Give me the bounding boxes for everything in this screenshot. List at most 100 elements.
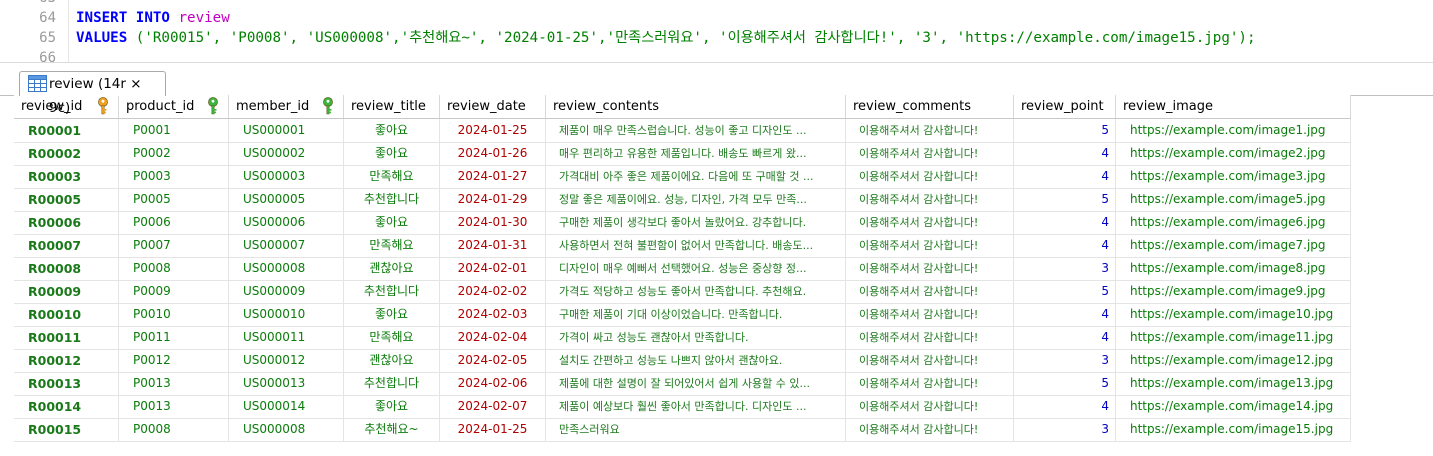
cell-review-image[interactable]: https://example.com/image3.jpg	[1116, 165, 1351, 188]
cell-review-comments[interactable]: 이용해주셔서 감사합니다!	[846, 395, 1014, 418]
cell-product-id[interactable]: P0011	[119, 326, 229, 349]
table-row[interactable]: R00001 P0001 US000001 좋아요 2024-01-25 제품이 매우 만…	[14, 119, 1351, 143]
cell-review-point[interactable]: 4	[1014, 165, 1116, 188]
cell-review-point[interactable]: 5	[1014, 372, 1116, 395]
cell-product-id[interactable]: P0013	[119, 395, 229, 418]
cell-review-contents[interactable]: 구매한 제품이 기대 이상이었습니다. 만족합니다.	[546, 303, 846, 326]
cell-member-id[interactable]: US000009	[229, 280, 344, 303]
cell-review-id[interactable]: R00007	[14, 234, 119, 257]
code-line-65[interactable]: VALUES ('R00015', 'P0008', 'US000008','추…	[76, 28, 1256, 48]
table-row[interactable]: R00010 P0010 US000010 좋아요 2024-02-03 구매한 제품이 …	[14, 303, 1351, 327]
cell-review-title[interactable]: 좋아요	[344, 211, 440, 234]
cell-review-date[interactable]: 2024-01-31	[440, 234, 546, 257]
cell-review-id[interactable]: R00001	[14, 119, 119, 142]
cell-review-point[interactable]: 4	[1014, 303, 1116, 326]
cell-product-id[interactable]: P0010	[119, 303, 229, 326]
cell-review-image[interactable]: https://example.com/image6.jpg	[1116, 211, 1351, 234]
cell-product-id[interactable]: P0009	[119, 280, 229, 303]
cell-review-comments[interactable]: 이용해주셔서 감사합니다!	[846, 142, 1014, 165]
cell-review-id[interactable]: R00005	[14, 188, 119, 211]
cell-member-id[interactable]: US000011	[229, 326, 344, 349]
table-row[interactable]: R00002 P0002 US000002 좋아요 2024-01-26 매우 편리하고 …	[14, 142, 1351, 166]
cell-review-contents[interactable]: 설치도 간편하고 성능도 나쁘지 않아서 괜찮아요.	[546, 349, 846, 372]
cell-review-point[interactable]: 3	[1014, 418, 1116, 441]
cell-review-id[interactable]: R00003	[14, 165, 119, 188]
cell-review-comments[interactable]: 이용해주셔서 감사합니다!	[846, 119, 1014, 142]
cell-review-title[interactable]: 만족해요	[344, 234, 440, 257]
cell-review-contents[interactable]: 매우 편리하고 유용한 제품입니다. 배송도 빠르게 왔...	[546, 142, 846, 165]
column-header-review-image[interactable]: review_image	[1116, 95, 1351, 118]
cell-member-id[interactable]: US000007	[229, 234, 344, 257]
table-row[interactable]: R00007 P0007 US000007 만족해요 2024-01-31 사용하면서 전…	[14, 234, 1351, 258]
cell-review-id[interactable]: R00010	[14, 303, 119, 326]
cell-review-title[interactable]: 추천합니다	[344, 280, 440, 303]
cell-review-image[interactable]: https://example.com/image9.jpg	[1116, 280, 1351, 303]
code-line-64[interactable]: INSERT INTO review	[76, 8, 230, 28]
column-header-review-point[interactable]: review_point	[1014, 95, 1116, 118]
cell-review-id[interactable]: R00006	[14, 211, 119, 234]
table-row[interactable]: R00015 P0008 US000008 추천해요~ 2024-01-25 만족스러워요…	[14, 418, 1351, 442]
cell-member-id[interactable]: US000002	[229, 142, 344, 165]
sql-editor[interactable]: 63 64 65 66 INSERT INTO review VALUES ('…	[0, 0, 1433, 62]
table-row[interactable]: R00011 P0011 US000011 만족해요 2024-02-04 가격이 싸고 …	[14, 326, 1351, 350]
cell-member-id[interactable]: US000012	[229, 349, 344, 372]
cell-review-date[interactable]: 2024-02-02	[440, 280, 546, 303]
cell-review-date[interactable]: 2024-02-03	[440, 303, 546, 326]
cell-product-id[interactable]: P0005	[119, 188, 229, 211]
cell-product-id[interactable]: P0003	[119, 165, 229, 188]
cell-review-image[interactable]: https://example.com/image13.jpg	[1116, 372, 1351, 395]
cell-review-image[interactable]: https://example.com/image11.jpg	[1116, 326, 1351, 349]
cell-review-comments[interactable]: 이용해주셔서 감사합니다!	[846, 349, 1014, 372]
cell-review-contents[interactable]: 디자인이 매우 예뻐서 선택했어요. 성능은 중상향 정...	[546, 257, 846, 280]
cell-review-date[interactable]: 2024-01-26	[440, 142, 546, 165]
cell-member-id[interactable]: US000001	[229, 119, 344, 142]
cell-review-comments[interactable]: 이용해주셔서 감사합니다!	[846, 188, 1014, 211]
cell-review-id[interactable]: R00002	[14, 142, 119, 165]
cell-review-id[interactable]: R00013	[14, 372, 119, 395]
cell-review-date[interactable]: 2024-01-29	[440, 188, 546, 211]
cell-review-image[interactable]: https://example.com/image1.jpg	[1116, 119, 1351, 142]
cell-member-id[interactable]: US000010	[229, 303, 344, 326]
cell-review-id[interactable]: R00012	[14, 349, 119, 372]
cell-review-point[interactable]: 5	[1014, 280, 1116, 303]
cell-review-point[interactable]: 4	[1014, 326, 1116, 349]
cell-review-point[interactable]: 3	[1014, 349, 1116, 372]
cell-review-point[interactable]: 5	[1014, 188, 1116, 211]
cell-review-contents[interactable]: 가격이 싸고 성능도 괜찮아서 만족합니다.	[546, 326, 846, 349]
cell-review-date[interactable]: 2024-02-04	[440, 326, 546, 349]
cell-review-comments[interactable]: 이용해주셔서 감사합니다!	[846, 165, 1014, 188]
cell-review-date[interactable]: 2024-01-30	[440, 211, 546, 234]
table-row[interactable]: R00009 P0009 US000009 추천합니다 2024-02-02 가격도 적당…	[14, 280, 1351, 304]
cell-review-comments[interactable]: 이용해주셔서 감사합니다!	[846, 257, 1014, 280]
cell-review-title[interactable]: 괜찮아요	[344, 349, 440, 372]
cell-review-contents[interactable]: 제품이 예상보다 훨씬 좋아서 만족합니다. 디자인도 ...	[546, 395, 846, 418]
cell-review-date[interactable]: 2024-02-01	[440, 257, 546, 280]
cell-review-point[interactable]: 4	[1014, 234, 1116, 257]
cell-review-date[interactable]: 2024-01-27	[440, 165, 546, 188]
cell-member-id[interactable]: US000014	[229, 395, 344, 418]
cell-review-point[interactable]: 4	[1014, 395, 1116, 418]
table-row[interactable]: R00003 P0003 US000003 만족해요 2024-01-27 가격대비 아주…	[14, 165, 1351, 189]
cell-review-id[interactable]: R00015	[14, 418, 119, 441]
table-row[interactable]: R00013 P0013 US000013 추천합니다 2024-02-06 제품에 대한…	[14, 372, 1351, 396]
cell-review-id[interactable]: R00011	[14, 326, 119, 349]
cell-member-id[interactable]: US000008	[229, 418, 344, 441]
cell-review-title[interactable]: 추천합니다	[344, 372, 440, 395]
cell-review-comments[interactable]: 이용해주셔서 감사합니다!	[846, 280, 1014, 303]
cell-review-comments[interactable]: 이용해주셔서 감사합니다!	[846, 418, 1014, 441]
cell-review-comments[interactable]: 이용해주셔서 감사합니다!	[846, 326, 1014, 349]
table-row[interactable]: R00006 P0006 US000006 좋아요 2024-01-30 구매한 제품이 …	[14, 211, 1351, 235]
cell-review-image[interactable]: https://example.com/image8.jpg	[1116, 257, 1351, 280]
cell-review-id[interactable]: R00014	[14, 395, 119, 418]
column-header-review-date[interactable]: review_date	[440, 95, 546, 118]
cell-review-contents[interactable]: 만족스러워요	[546, 418, 846, 441]
table-row[interactable]: R00014 P0013 US000014 좋아요 2024-02-07 제품이 예상보다…	[14, 395, 1351, 419]
cell-member-id[interactable]: US000013	[229, 372, 344, 395]
cell-review-image[interactable]: https://example.com/image14.jpg	[1116, 395, 1351, 418]
cell-review-image[interactable]: https://example.com/image10.jpg	[1116, 303, 1351, 326]
cell-review-date[interactable]: 2024-02-06	[440, 372, 546, 395]
cell-product-id[interactable]: P0008	[119, 257, 229, 280]
cell-review-title[interactable]: 좋아요	[344, 395, 440, 418]
column-header-review-comments[interactable]: review_comments	[846, 95, 1014, 118]
table-row[interactable]: R00005 P0005 US000005 추천합니다 2024-01-29 정말 좋은 …	[14, 188, 1351, 212]
